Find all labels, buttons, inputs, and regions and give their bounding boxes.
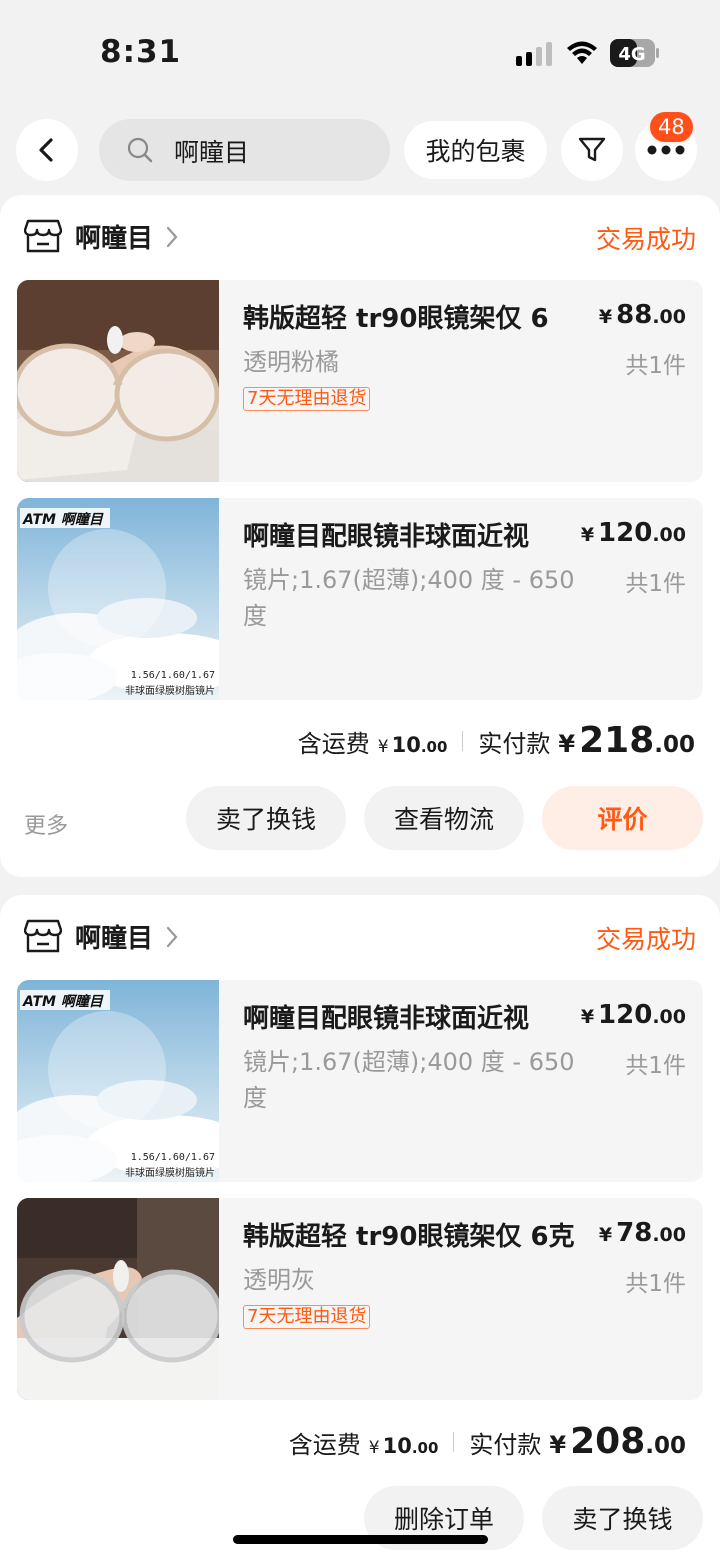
shop-name[interactable]: 啊瞳目	[75, 918, 153, 955]
home-indicator[interactable]	[233, 1535, 488, 1544]
status-bar: 8:31 4G	[0, 0, 720, 100]
item-price: ¥120.00	[581, 1000, 686, 1030]
order-item[interactable]: 韩版超轻 tr90眼镜架仅 6 透明粉橘 7天无理由退货 ¥88.00 共1件	[17, 280, 703, 482]
shipping-fee-decimal: .00	[420, 738, 448, 756]
shop-icon	[24, 219, 62, 253]
price-decimal: .00	[652, 1224, 686, 1246]
image-brand: ATM 啊瞳目	[22, 993, 104, 1010]
item-price: ¥88.00	[599, 300, 686, 330]
shipping-label: 含运费	[288, 1431, 361, 1459]
currency-symbol: ¥	[549, 1431, 567, 1459]
order-summary: 含运费 ¥ 10.00 实付款 ¥ 218.00	[298, 720, 695, 761]
search-icon	[127, 137, 153, 163]
item-spec: 透明灰	[243, 1266, 315, 1294]
shop-icon	[24, 919, 62, 953]
item-spec: 透明粉橘	[243, 348, 339, 376]
currency-symbol: ¥	[580, 1006, 595, 1028]
image-brand: ATM 啊瞳目	[22, 511, 104, 528]
back-button[interactable]	[16, 119, 78, 181]
chevron-right-icon	[166, 226, 178, 248]
review-button[interactable]: 评价	[542, 786, 703, 850]
back-icon	[39, 138, 53, 162]
price-integer: 88	[616, 300, 653, 330]
price-decimal: .00	[652, 1006, 686, 1028]
shipping-label: 含运费	[297, 730, 370, 758]
price-decimal: .00	[652, 306, 686, 328]
price-integer: 120	[598, 518, 653, 548]
order-summary: 含运费 ¥ 10.00 实付款 ¥ 208.00	[289, 1421, 686, 1462]
search-bar[interactable]: 啊瞳目	[99, 119, 390, 181]
paid-total: 208	[570, 1421, 646, 1462]
wifi-icon	[567, 41, 597, 64]
shipping-fee: 10	[391, 733, 421, 757]
price-decimal: .00	[652, 524, 686, 546]
order-status: 交易成功	[595, 225, 696, 254]
my-parcels-button[interactable]: 我的包裹	[404, 121, 547, 179]
product-image-glasses-pink	[17, 280, 219, 482]
notification-badge: 48	[648, 110, 695, 144]
paid-total: 218	[579, 720, 655, 761]
order-card: 啊瞳目 交易成功 韩版超轻 tr90眼镜架仅 6 透明粉橘 7天无理由退货 ¥8…	[0, 195, 720, 877]
shop-header[interactable]: 啊瞳目 交易成功	[0, 195, 720, 279]
shop-header[interactable]: 啊瞳目 交易成功	[0, 895, 720, 979]
status-time: 8:31	[100, 34, 182, 70]
product-image-lens: ATM 啊瞳目 1.56/1.60/1.67 非球面绿膜树脂镜片	[17, 980, 219, 1182]
top-bar: 啊瞳目 我的包裹 48	[0, 110, 720, 184]
currency-symbol: ¥	[368, 1438, 380, 1458]
item-quantity: 共1件	[625, 1053, 686, 1079]
price-integer: 78	[616, 1218, 653, 1248]
image-caption: 1.56/1.60/1.67	[131, 670, 215, 681]
order-status: 交易成功	[595, 925, 696, 954]
item-quantity: 共1件	[625, 1271, 686, 1297]
order-item[interactable]: 韩版超轻 tr90眼镜架仅 6克 透明灰 7天无理由退货 ¥78.00 共1件	[17, 1198, 703, 1400]
order-item[interactable]: ATM 啊瞳目 1.56/1.60/1.67 非球面绿膜树脂镜片 啊瞳目配眼镜非…	[17, 498, 703, 700]
item-title: 韩版超轻 tr90眼镜架仅 6	[243, 304, 549, 334]
shop-name[interactable]: 啊瞳目	[75, 218, 153, 255]
more-dots-icon	[647, 145, 685, 155]
item-spec: 镜片;1.67(超薄);400 度 - 650 度	[243, 566, 575, 630]
order-item[interactable]: ATM 啊瞳目 1.56/1.60/1.67 非球面绿膜树脂镜片 啊瞳目配眼镜非…	[17, 980, 703, 1182]
search-query: 啊瞳目	[174, 138, 250, 167]
image-caption: 非球面绿膜树脂镜片	[125, 684, 215, 697]
divider	[462, 730, 464, 751]
battery-level: 4G	[618, 44, 645, 65]
image-caption: 非球面绿膜树脂镜片	[125, 1166, 215, 1179]
item-title: 韩版超轻 tr90眼镜架仅 6克	[243, 1222, 575, 1252]
shipping-fee: 10	[382, 1434, 412, 1458]
item-price: ¥78.00	[599, 1218, 686, 1248]
paid-label: 实付款	[469, 1431, 542, 1459]
item-title: 啊瞳目配眼镜非球面近视	[243, 522, 530, 552]
sell-button[interactable]: 卖了换钱	[542, 1486, 703, 1550]
currency-symbol: ¥	[598, 306, 613, 328]
more-link[interactable]: 更多	[24, 808, 68, 840]
item-quantity: 共1件	[625, 571, 686, 597]
order-card: 啊瞳目 交易成功 ATM 啊瞳目 1.56/1.60/1.67 非球面绿膜树脂镜…	[0, 895, 720, 1560]
shipping-fee-decimal: .00	[411, 1439, 439, 1457]
item-spec: 镜片;1.67(超薄);400 度 - 650 度	[243, 1048, 575, 1112]
paid-total-decimal: .00	[645, 1433, 686, 1459]
filter-icon	[578, 137, 606, 162]
price-integer: 120	[598, 1000, 653, 1030]
item-price: ¥120.00	[581, 518, 686, 548]
currency-symbol: ¥	[598, 1224, 613, 1246]
sell-button[interactable]: 卖了换钱	[186, 786, 346, 850]
signal-icon	[516, 42, 552, 66]
paid-label: 实付款	[478, 730, 551, 758]
currency-symbol: ¥	[580, 524, 595, 546]
currency-symbol: ¥	[377, 737, 389, 757]
product-image-glasses-grey	[17, 1198, 219, 1400]
view-logistics-button[interactable]: 查看物流	[364, 786, 524, 850]
battery-icon: 4G	[610, 39, 659, 67]
item-quantity: 共1件	[625, 353, 686, 379]
paid-total-decimal: .00	[654, 732, 695, 758]
return-policy-tag: 7天无理由退货	[243, 1305, 371, 1329]
return-policy-tag: 7天无理由退货	[243, 387, 371, 411]
filter-button[interactable]	[561, 119, 623, 181]
item-title: 啊瞳目配眼镜非球面近视	[243, 1004, 530, 1034]
product-image-lens: ATM 啊瞳目 1.56/1.60/1.67 非球面绿膜树脂镜片	[17, 498, 219, 700]
chevron-right-icon	[166, 926, 178, 948]
image-caption: 1.56/1.60/1.67	[131, 1152, 215, 1163]
currency-symbol: ¥	[558, 730, 576, 758]
divider	[453, 1431, 455, 1452]
